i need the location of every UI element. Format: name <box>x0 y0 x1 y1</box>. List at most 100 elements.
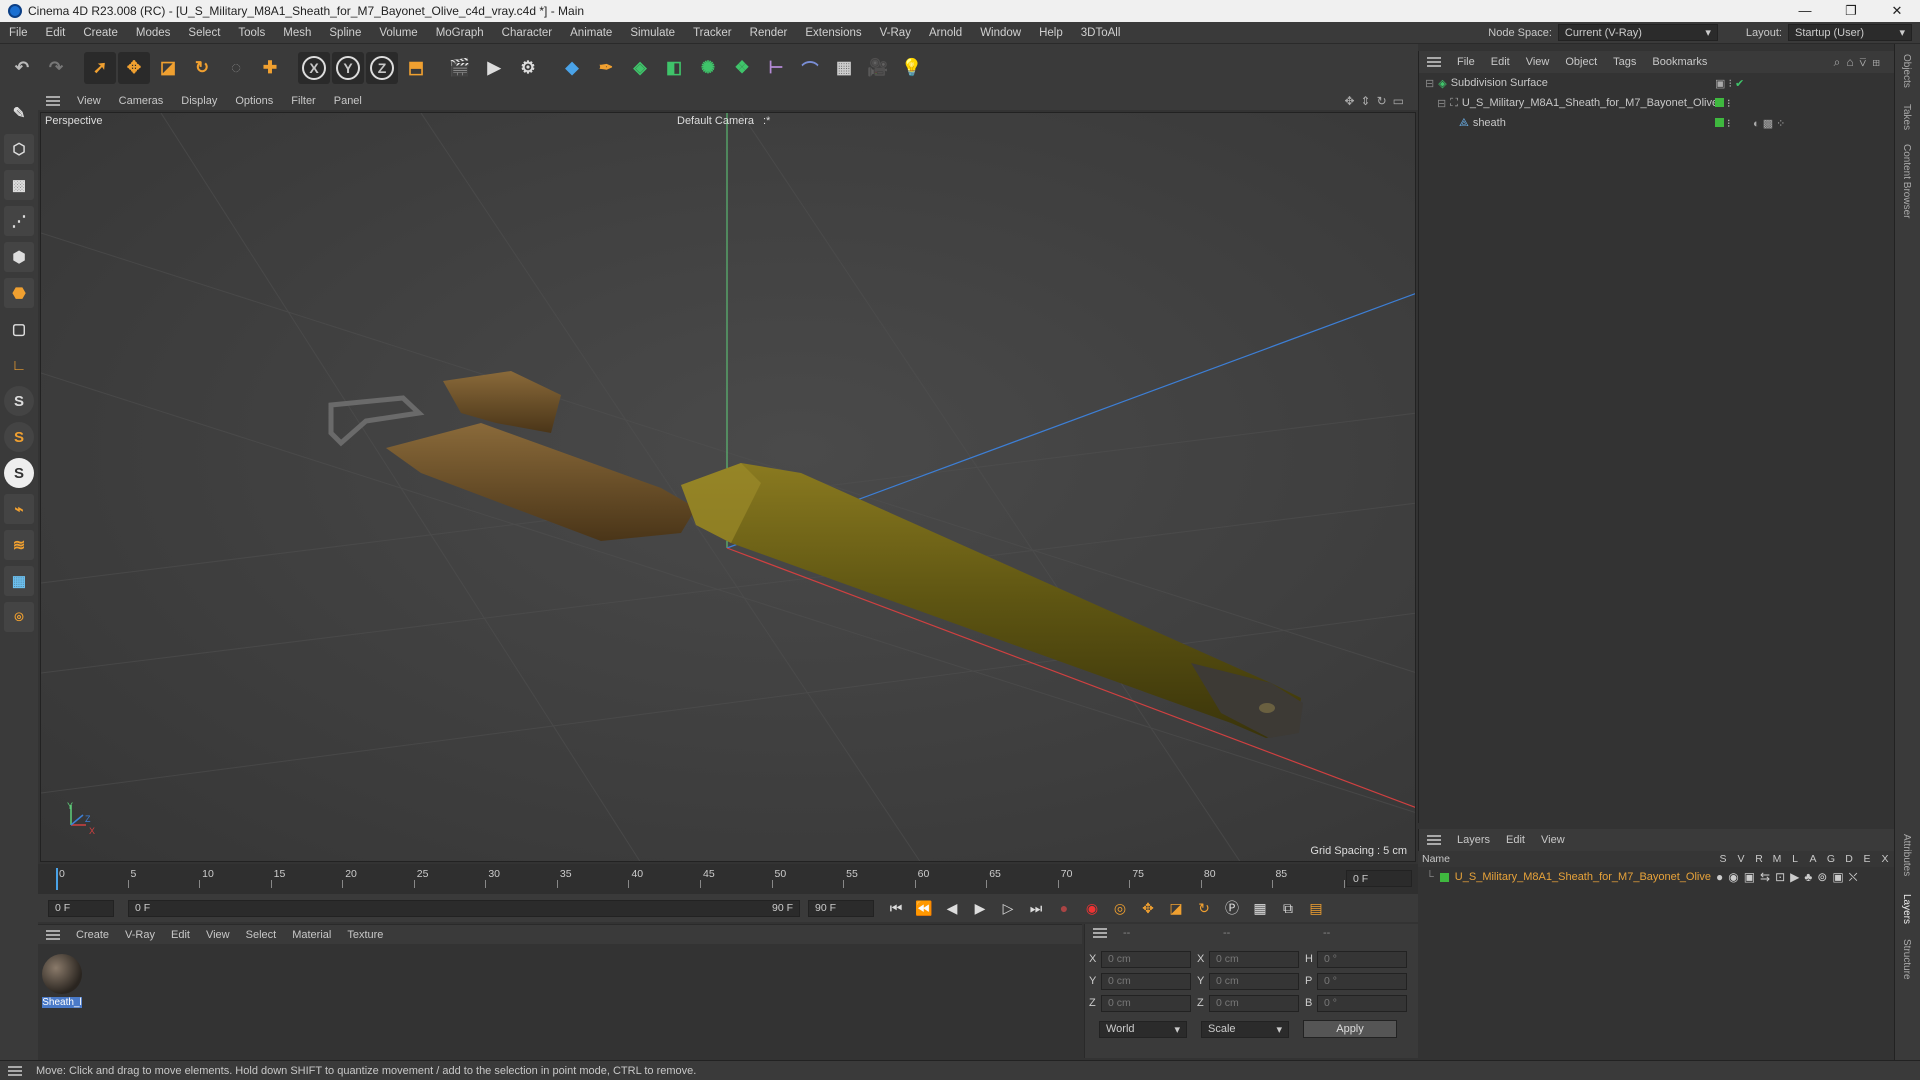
cube-icon[interactable]: ◆ <box>556 52 588 84</box>
material-tag-icon[interactable]: ◐ ▩ ⁘ <box>1753 117 1785 130</box>
coord-rotation-field[interactable]: 0 ° <box>1317 950 1407 968</box>
tab-attributes[interactable]: Attributes <box>1901 834 1912 876</box>
layer-flag-header[interactable]: E <box>1858 853 1876 865</box>
rotate-icon[interactable]: ↻ <box>186 52 218 84</box>
magnet-icon[interactable]: ⌁ <box>4 494 34 524</box>
coord-position-field[interactable]: 0 cm <box>1101 950 1191 968</box>
layer-flag-header[interactable]: X <box>1876 853 1894 865</box>
mat-menu-edit[interactable]: Edit <box>163 929 198 941</box>
layer-flag-header[interactable]: M <box>1768 853 1786 865</box>
menu-window[interactable]: Window <box>971 27 1030 39</box>
x-axis-icon[interactable]: X <box>298 52 330 84</box>
menu-select[interactable]: Select <box>179 27 229 39</box>
minimize-button[interactable]: — <box>1782 3 1828 19</box>
workplane-icon[interactable]: ≋ <box>4 530 34 560</box>
layer-flag-header[interactable]: G <box>1822 853 1840 865</box>
menu-extensions[interactable]: Extensions <box>796 27 870 39</box>
render-view-icon[interactable]: ▶ <box>478 52 510 84</box>
visibility-tag-icon[interactable]: ⁝ <box>1715 117 1731 130</box>
record-off-icon[interactable]: ● <box>1052 896 1076 920</box>
start-frame-field[interactable]: 0 F <box>48 899 114 917</box>
next-frame-icon[interactable]: ▷ <box>996 896 1020 920</box>
render-region-icon[interactable]: 🎬 <box>444 52 476 84</box>
apply-button[interactable]: Apply <box>1303 1020 1397 1038</box>
cloner-icon[interactable]: ✺ <box>692 52 724 84</box>
tab-content-browser[interactable]: Content Browser <box>1901 144 1912 218</box>
key-rotate-icon[interactable]: ↻ <box>1192 896 1216 920</box>
viewport-menu-cameras[interactable]: Cameras <box>110 95 173 107</box>
timeline-icon[interactable]: ▤ <box>1304 896 1328 920</box>
texture-mode-icon[interactable]: ▩ <box>4 170 34 200</box>
prev-frame-icon[interactable]: ◀ <box>940 896 964 920</box>
mat-menu-select[interactable]: Select <box>238 929 285 941</box>
layer-menu-view[interactable]: View <box>1533 834 1573 846</box>
obj-menu-tags[interactable]: Tags <box>1605 56 1644 68</box>
select-icon[interactable]: ➚ <box>84 52 116 84</box>
layer-flag-header[interactable]: A <box>1804 853 1822 865</box>
coord-rotation-field[interactable]: 0 ° <box>1317 972 1407 990</box>
snap-orange-icon[interactable]: S <box>4 422 34 452</box>
layer-flag-header[interactable]: S <box>1714 853 1732 865</box>
end-frame-field[interactable]: 90 F <box>808 899 874 917</box>
3d-viewport[interactable]: Perspective Default Camera :* Y Z X Grid… <box>40 112 1416 862</box>
grid-icon[interactable]: ▦ <box>4 566 34 596</box>
menu-volume[interactable]: Volume <box>370 27 426 39</box>
prev-key-icon[interactable]: ⏪ <box>912 896 936 920</box>
node-space-dropdown[interactable]: Current (V-Ray) ▾ <box>1557 24 1718 41</box>
mat-menu-vray[interactable]: V-Ray <box>117 929 163 941</box>
restore-button[interactable]: ❐ <box>1828 3 1874 19</box>
object-name[interactable]: sheath <box>1473 117 1506 129</box>
menu-spline[interactable]: Spline <box>320 27 370 39</box>
obj-menu-object[interactable]: Object <box>1557 56 1605 68</box>
model-mode-icon[interactable]: ⬡ <box>4 134 34 164</box>
menu-mesh[interactable]: Mesh <box>274 27 320 39</box>
close-button[interactable]: ✕ <box>1874 3 1920 19</box>
layer-color-swatch[interactable] <box>1439 872 1449 882</box>
menu-tracker[interactable]: Tracker <box>684 27 741 39</box>
hamburger-icon[interactable] <box>1427 57 1441 67</box>
tab-takes[interactable]: Takes <box>1901 104 1912 130</box>
search-icon[interactable]: ⌕⌂⊽⊞ <box>1834 55 1894 70</box>
coord-position-field[interactable]: 0 cm <box>1101 972 1191 990</box>
menu-render[interactable]: Render <box>741 27 797 39</box>
light-icon[interactable]: 💡 <box>896 52 928 84</box>
z-axis-icon[interactable]: Z <box>366 52 398 84</box>
point-mode-icon[interactable]: ⋰ <box>4 206 34 236</box>
camera-icon[interactable]: 🎥 <box>862 52 894 84</box>
coord-size-field[interactable]: 0 cm <box>1209 972 1299 990</box>
autokey-icon[interactable]: ◎ <box>1108 896 1132 920</box>
coord-system-icon[interactable]: ⬒ <box>400 52 432 84</box>
coord-size-field[interactable]: 0 cm <box>1209 994 1299 1012</box>
collapse-icon[interactable]: ⊟ <box>1425 77 1434 90</box>
mat-menu-view[interactable]: View <box>198 929 238 941</box>
layer-menu-layers[interactable]: Layers <box>1449 834 1498 846</box>
scale-icon[interactable]: ◪ <box>152 52 184 84</box>
obj-menu-bookmarks[interactable]: Bookmarks <box>1644 56 1715 68</box>
tab-layers[interactable]: Layers <box>1901 894 1912 924</box>
menu-simulate[interactable]: Simulate <box>621 27 684 39</box>
key-scale-icon[interactable]: ◪ <box>1164 896 1188 920</box>
material-name[interactable]: Sheath_l <box>42 997 82 1008</box>
coord-rotation-field[interactable]: 0 ° <box>1317 994 1407 1012</box>
make-editable-icon[interactable]: ✎ <box>4 98 34 128</box>
y-axis-icon[interactable]: Y <box>332 52 364 84</box>
layer-flag-icons[interactable]: ●◉▣⇆⊡▶♣⊚▣⛌ <box>1716 870 1863 885</box>
viewport-nav-icons[interactable]: ✥⇕↻▭ <box>1344 94 1418 108</box>
menu-create[interactable]: Create <box>74 27 127 39</box>
key-pla-icon[interactable]: ▦ <box>1248 896 1272 920</box>
instance-icon[interactable]: ❖ <box>726 52 758 84</box>
obj-menu-edit[interactable]: Edit <box>1483 56 1518 68</box>
snap-icon[interactable]: S <box>4 386 34 416</box>
hamburger-icon[interactable] <box>8 1065 22 1076</box>
menu-tools[interactable]: Tools <box>229 27 274 39</box>
recent-icon[interactable]: ◌ <box>220 52 252 84</box>
menu-edit[interactable]: Edit <box>37 27 75 39</box>
undo-icon[interactable]: ↶ <box>6 52 38 84</box>
menu-vray[interactable]: V-Ray <box>871 27 920 39</box>
create-icon[interactable]: ✚ <box>254 52 286 84</box>
object-row-subdivision[interactable]: ⊟ ◈ Subdivision Surface ▣ ⁝ ✔ <box>1419 73 1894 93</box>
material-swatch[interactable]: Sheath_l <box>42 954 82 1008</box>
redo-icon[interactable]: ↷ <box>40 52 72 84</box>
obj-menu-file[interactable]: File <box>1449 56 1483 68</box>
locked-workplane-icon[interactable]: ⌾ <box>4 602 34 632</box>
